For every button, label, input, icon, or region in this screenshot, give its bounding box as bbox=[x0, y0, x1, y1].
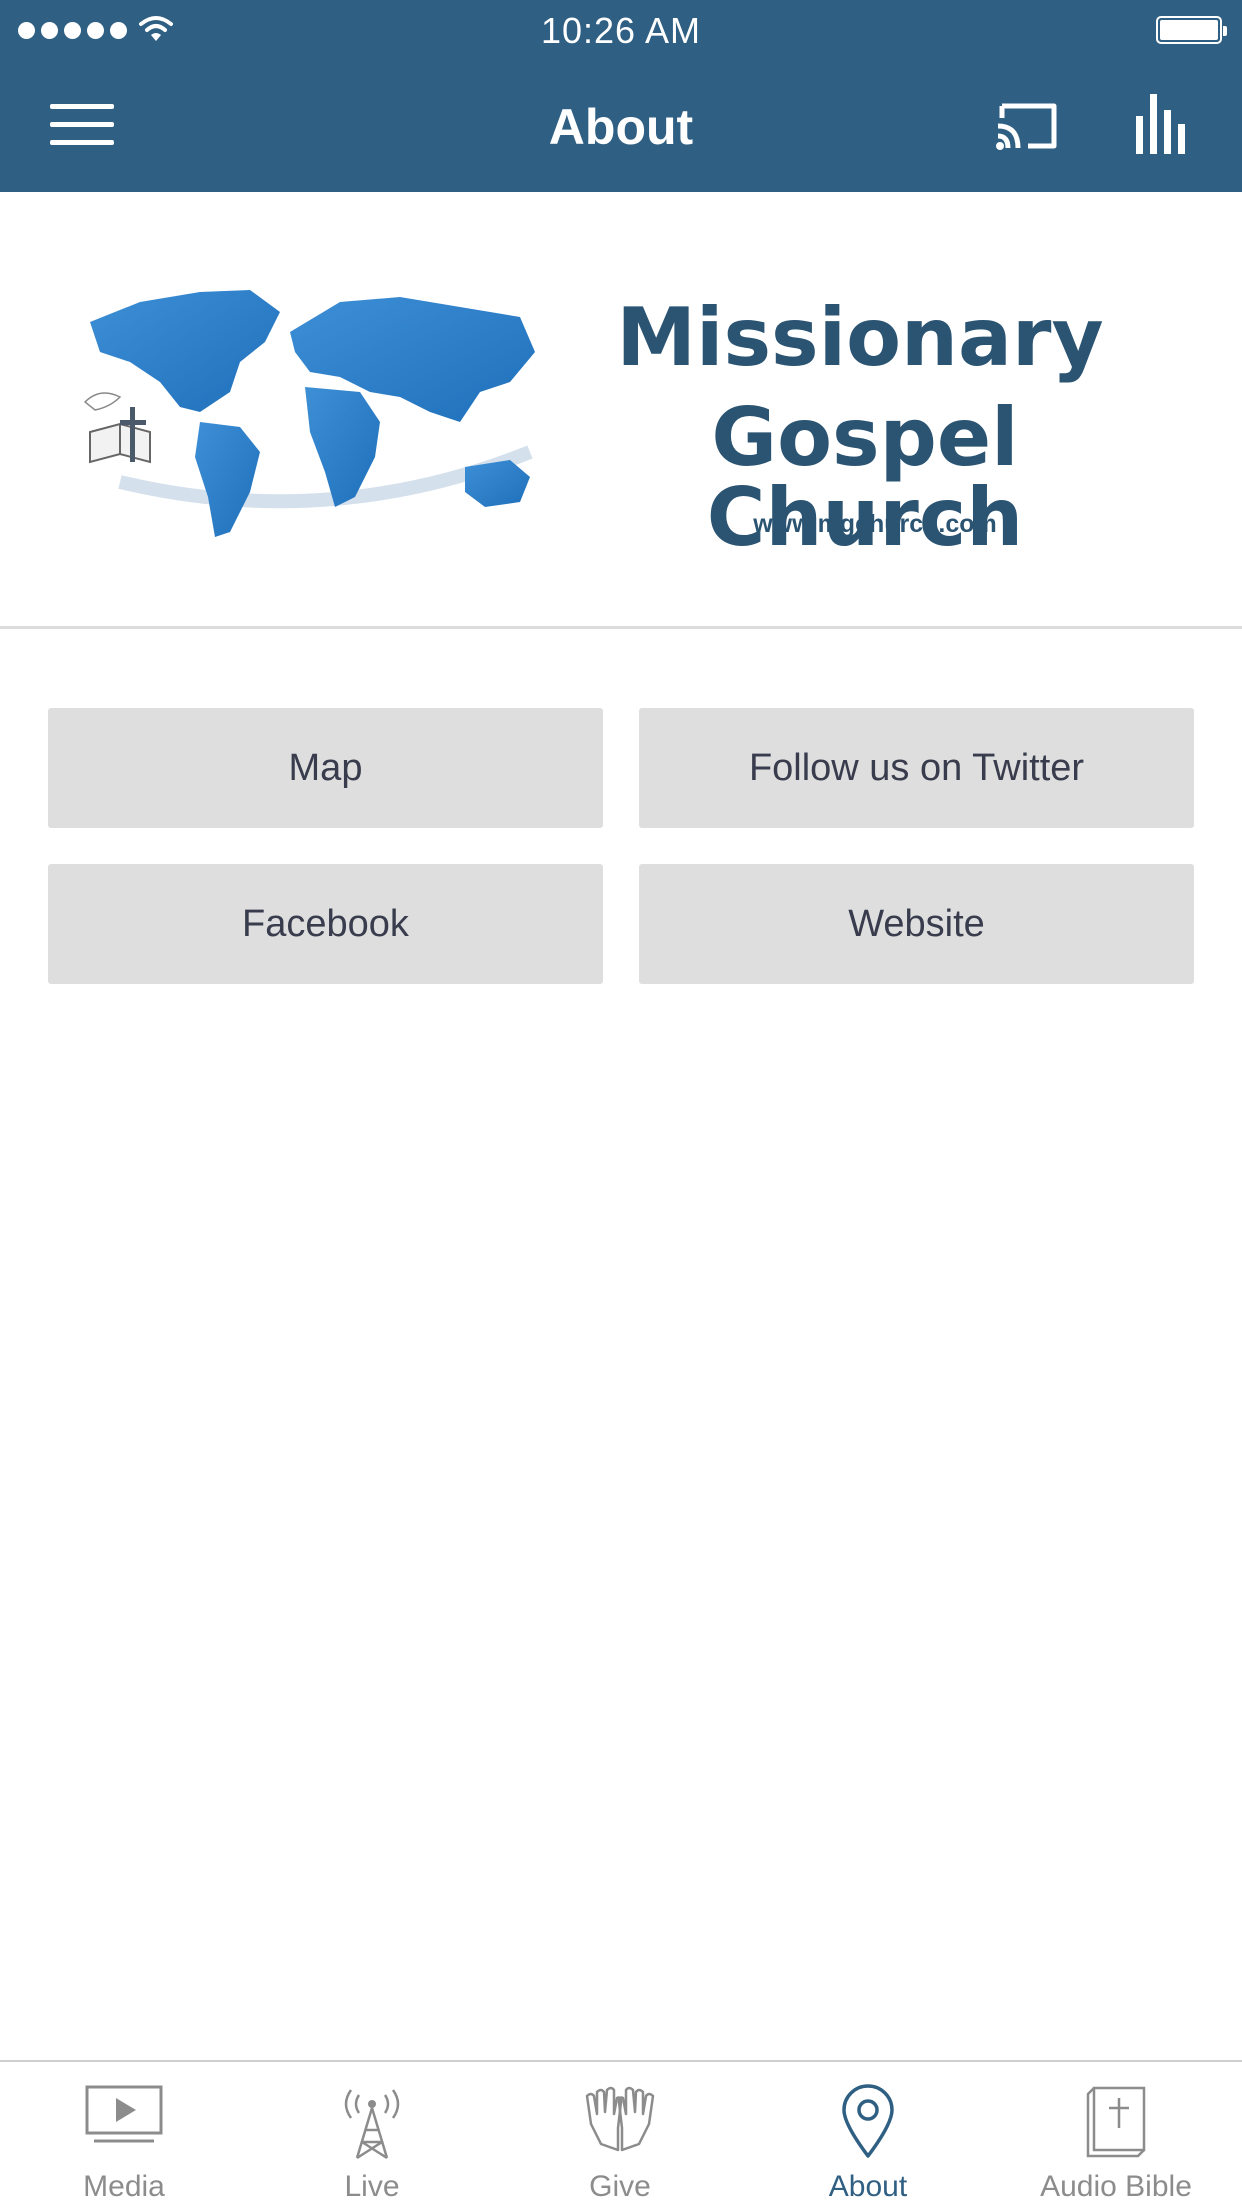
twitter-button[interactable]: Follow us on Twitter bbox=[639, 708, 1194, 828]
map-button[interactable]: Map bbox=[48, 708, 603, 828]
tab-about[interactable]: About bbox=[744, 2062, 992, 2208]
location-pin-icon bbox=[842, 2084, 894, 2158]
facebook-button[interactable]: Facebook bbox=[48, 864, 603, 984]
church-url: www.mgchurch.com bbox=[753, 510, 997, 538]
app-header: 10:26 AM About bbox=[0, 0, 1242, 192]
tab-give[interactable]: Give bbox=[496, 2062, 744, 2208]
church-logo: Missionary Gospel Church www.mgchurch.co… bbox=[0, 192, 1242, 626]
tab-bar: Media Live Give About Audio Bible bbox=[0, 2060, 1242, 2208]
tab-label: About bbox=[828, 2170, 908, 2203]
bible-icon bbox=[1086, 2086, 1146, 2158]
divider bbox=[0, 626, 1242, 629]
status-time: 10:26 AM bbox=[540, 10, 702, 51]
tab-label: Give bbox=[589, 2170, 651, 2203]
tab-label: Live bbox=[344, 2170, 400, 2203]
world-map-icon bbox=[83, 290, 535, 537]
live-tower-icon bbox=[344, 2089, 400, 2160]
tab-live[interactable]: Live bbox=[248, 2062, 496, 2208]
give-hands-icon bbox=[585, 2086, 655, 2152]
media-icon bbox=[85, 2085, 163, 2143]
tab-label: Audio Bible bbox=[1040, 2170, 1192, 2203]
website-button[interactable]: Website bbox=[639, 864, 1194, 984]
church-name-line1: Missionary bbox=[616, 291, 1104, 384]
status-bar: 10:26 AM bbox=[0, 0, 1242, 60]
cast-icon[interactable] bbox=[992, 96, 1064, 156]
tab-label: Media bbox=[83, 2170, 165, 2203]
menu-button[interactable] bbox=[50, 104, 116, 145]
navigation-bar: About bbox=[0, 60, 1242, 192]
tab-media[interactable]: Media bbox=[0, 2062, 248, 2208]
tab-audio-bible[interactable]: Audio Bible bbox=[992, 2062, 1240, 2208]
battery-icon bbox=[1156, 16, 1227, 44]
stats-icon[interactable] bbox=[1132, 90, 1192, 156]
